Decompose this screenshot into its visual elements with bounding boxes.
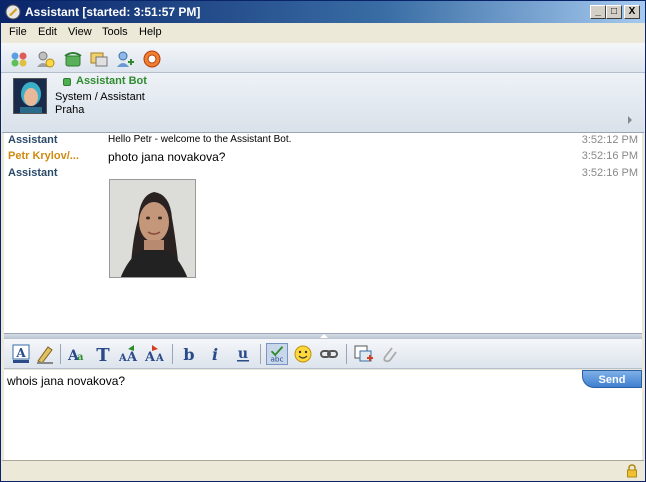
emoticon-icon[interactable] xyxy=(292,343,314,365)
menu-file[interactable]: File xyxy=(9,26,27,38)
font-size-icon[interactable]: T xyxy=(92,343,114,365)
format-toolbar: A A a T A A A A b i u abc xyxy=(4,339,642,369)
svg-text:abc: abc xyxy=(270,354,283,363)
online-status-icon xyxy=(63,78,71,86)
window-title: Assistant [started: 3:51:57 PM] xyxy=(25,5,201,19)
app-icon xyxy=(5,4,21,20)
expand-arrow-icon[interactable] xyxy=(628,116,632,124)
contact-header: Assistant Bot System / Assistant Praha xyxy=(2,73,644,133)
chat-history[interactable]: Assistant Hello Petr - welcome to the As… xyxy=(4,133,642,333)
menu-edit[interactable]: Edit xyxy=(38,26,57,38)
app-window: Assistant [started: 3:51:57 PM] _ □ X Fi… xyxy=(0,0,646,482)
font-icon[interactable]: A a xyxy=(66,343,88,365)
message-time: 3:52:16 PM xyxy=(581,150,638,162)
shrink-font-icon[interactable]: A A xyxy=(144,343,166,365)
contact-name[interactable]: Assistant Bot xyxy=(76,75,147,87)
grip-icon xyxy=(320,334,328,338)
bold-icon[interactable]: b xyxy=(178,343,200,365)
svg-text:i: i xyxy=(212,345,218,364)
menu-help[interactable]: Help xyxy=(139,26,162,38)
send-button[interactable]: Send xyxy=(582,370,642,388)
spellcheck-icon[interactable]: abc xyxy=(266,343,288,365)
menu-view[interactable]: View xyxy=(68,26,92,38)
phone-icon[interactable] xyxy=(63,49,83,69)
contact-avatar[interactable] xyxy=(13,78,47,114)
message-time: 3:52:12 PM xyxy=(581,134,638,146)
title-bar[interactable]: Assistant [started: 3:51:57 PM] _ □ X xyxy=(1,1,645,23)
web-icon[interactable] xyxy=(142,49,162,69)
svg-text:u: u xyxy=(238,346,248,362)
avatar-image xyxy=(14,79,46,113)
minimize-button[interactable]: _ xyxy=(590,5,606,19)
svg-text:A: A xyxy=(144,350,156,365)
contact-photo[interactable] xyxy=(109,179,196,278)
message-sender: Assistant xyxy=(8,134,58,146)
toolbar-separator xyxy=(260,344,261,364)
user-info-icon[interactable] xyxy=(35,49,55,69)
svg-text:A: A xyxy=(155,353,164,364)
close-button[interactable]: X xyxy=(624,5,640,19)
message-sender: Petr Krylov/... xyxy=(8,150,79,162)
menu-bar: File Edit View Tools Help xyxy=(1,23,645,43)
lock-icon[interactable] xyxy=(626,464,638,478)
link-icon[interactable] xyxy=(318,343,340,365)
menu-tools[interactable]: Tools xyxy=(102,26,128,38)
maximize-button[interactable]: □ xyxy=(606,5,622,19)
main-toolbar xyxy=(1,43,645,73)
attachment-icon[interactable] xyxy=(378,343,400,365)
contacts-icon[interactable] xyxy=(9,49,29,69)
message-input-area: Send xyxy=(4,370,642,460)
svg-text:A: A xyxy=(118,353,127,364)
grow-font-icon[interactable]: A A xyxy=(118,343,140,365)
toolbar-separator xyxy=(172,344,173,364)
toolbar-separator xyxy=(60,344,61,364)
add-contact-icon[interactable] xyxy=(115,49,135,69)
svg-text:a: a xyxy=(77,352,84,363)
svg-text:A: A xyxy=(126,350,138,365)
underline-icon[interactable]: u xyxy=(232,343,254,365)
italic-icon[interactable]: i xyxy=(204,343,226,365)
photo-image xyxy=(110,180,195,277)
svg-text:A: A xyxy=(15,346,26,360)
message-input[interactable] xyxy=(7,374,567,454)
svg-text:T: T xyxy=(96,345,110,365)
message-text: Hello Petr - welcome to the Assistant Bo… xyxy=(108,134,292,145)
toolbar-separator xyxy=(346,344,347,364)
message-text: photo jana novakova? xyxy=(108,150,226,164)
contact-group: System / Assistant xyxy=(55,91,145,103)
highlight-pen-icon[interactable] xyxy=(34,343,56,365)
svg-text:b: b xyxy=(183,345,194,364)
contact-location: Praha xyxy=(55,104,85,116)
message-time: 3:52:16 PM xyxy=(581,167,638,179)
insert-image-icon[interactable] xyxy=(352,343,374,365)
text-color-icon[interactable]: A xyxy=(10,343,32,365)
message-icon[interactable] xyxy=(89,49,109,69)
status-bar xyxy=(2,460,644,481)
message-sender: Assistant xyxy=(8,167,58,179)
